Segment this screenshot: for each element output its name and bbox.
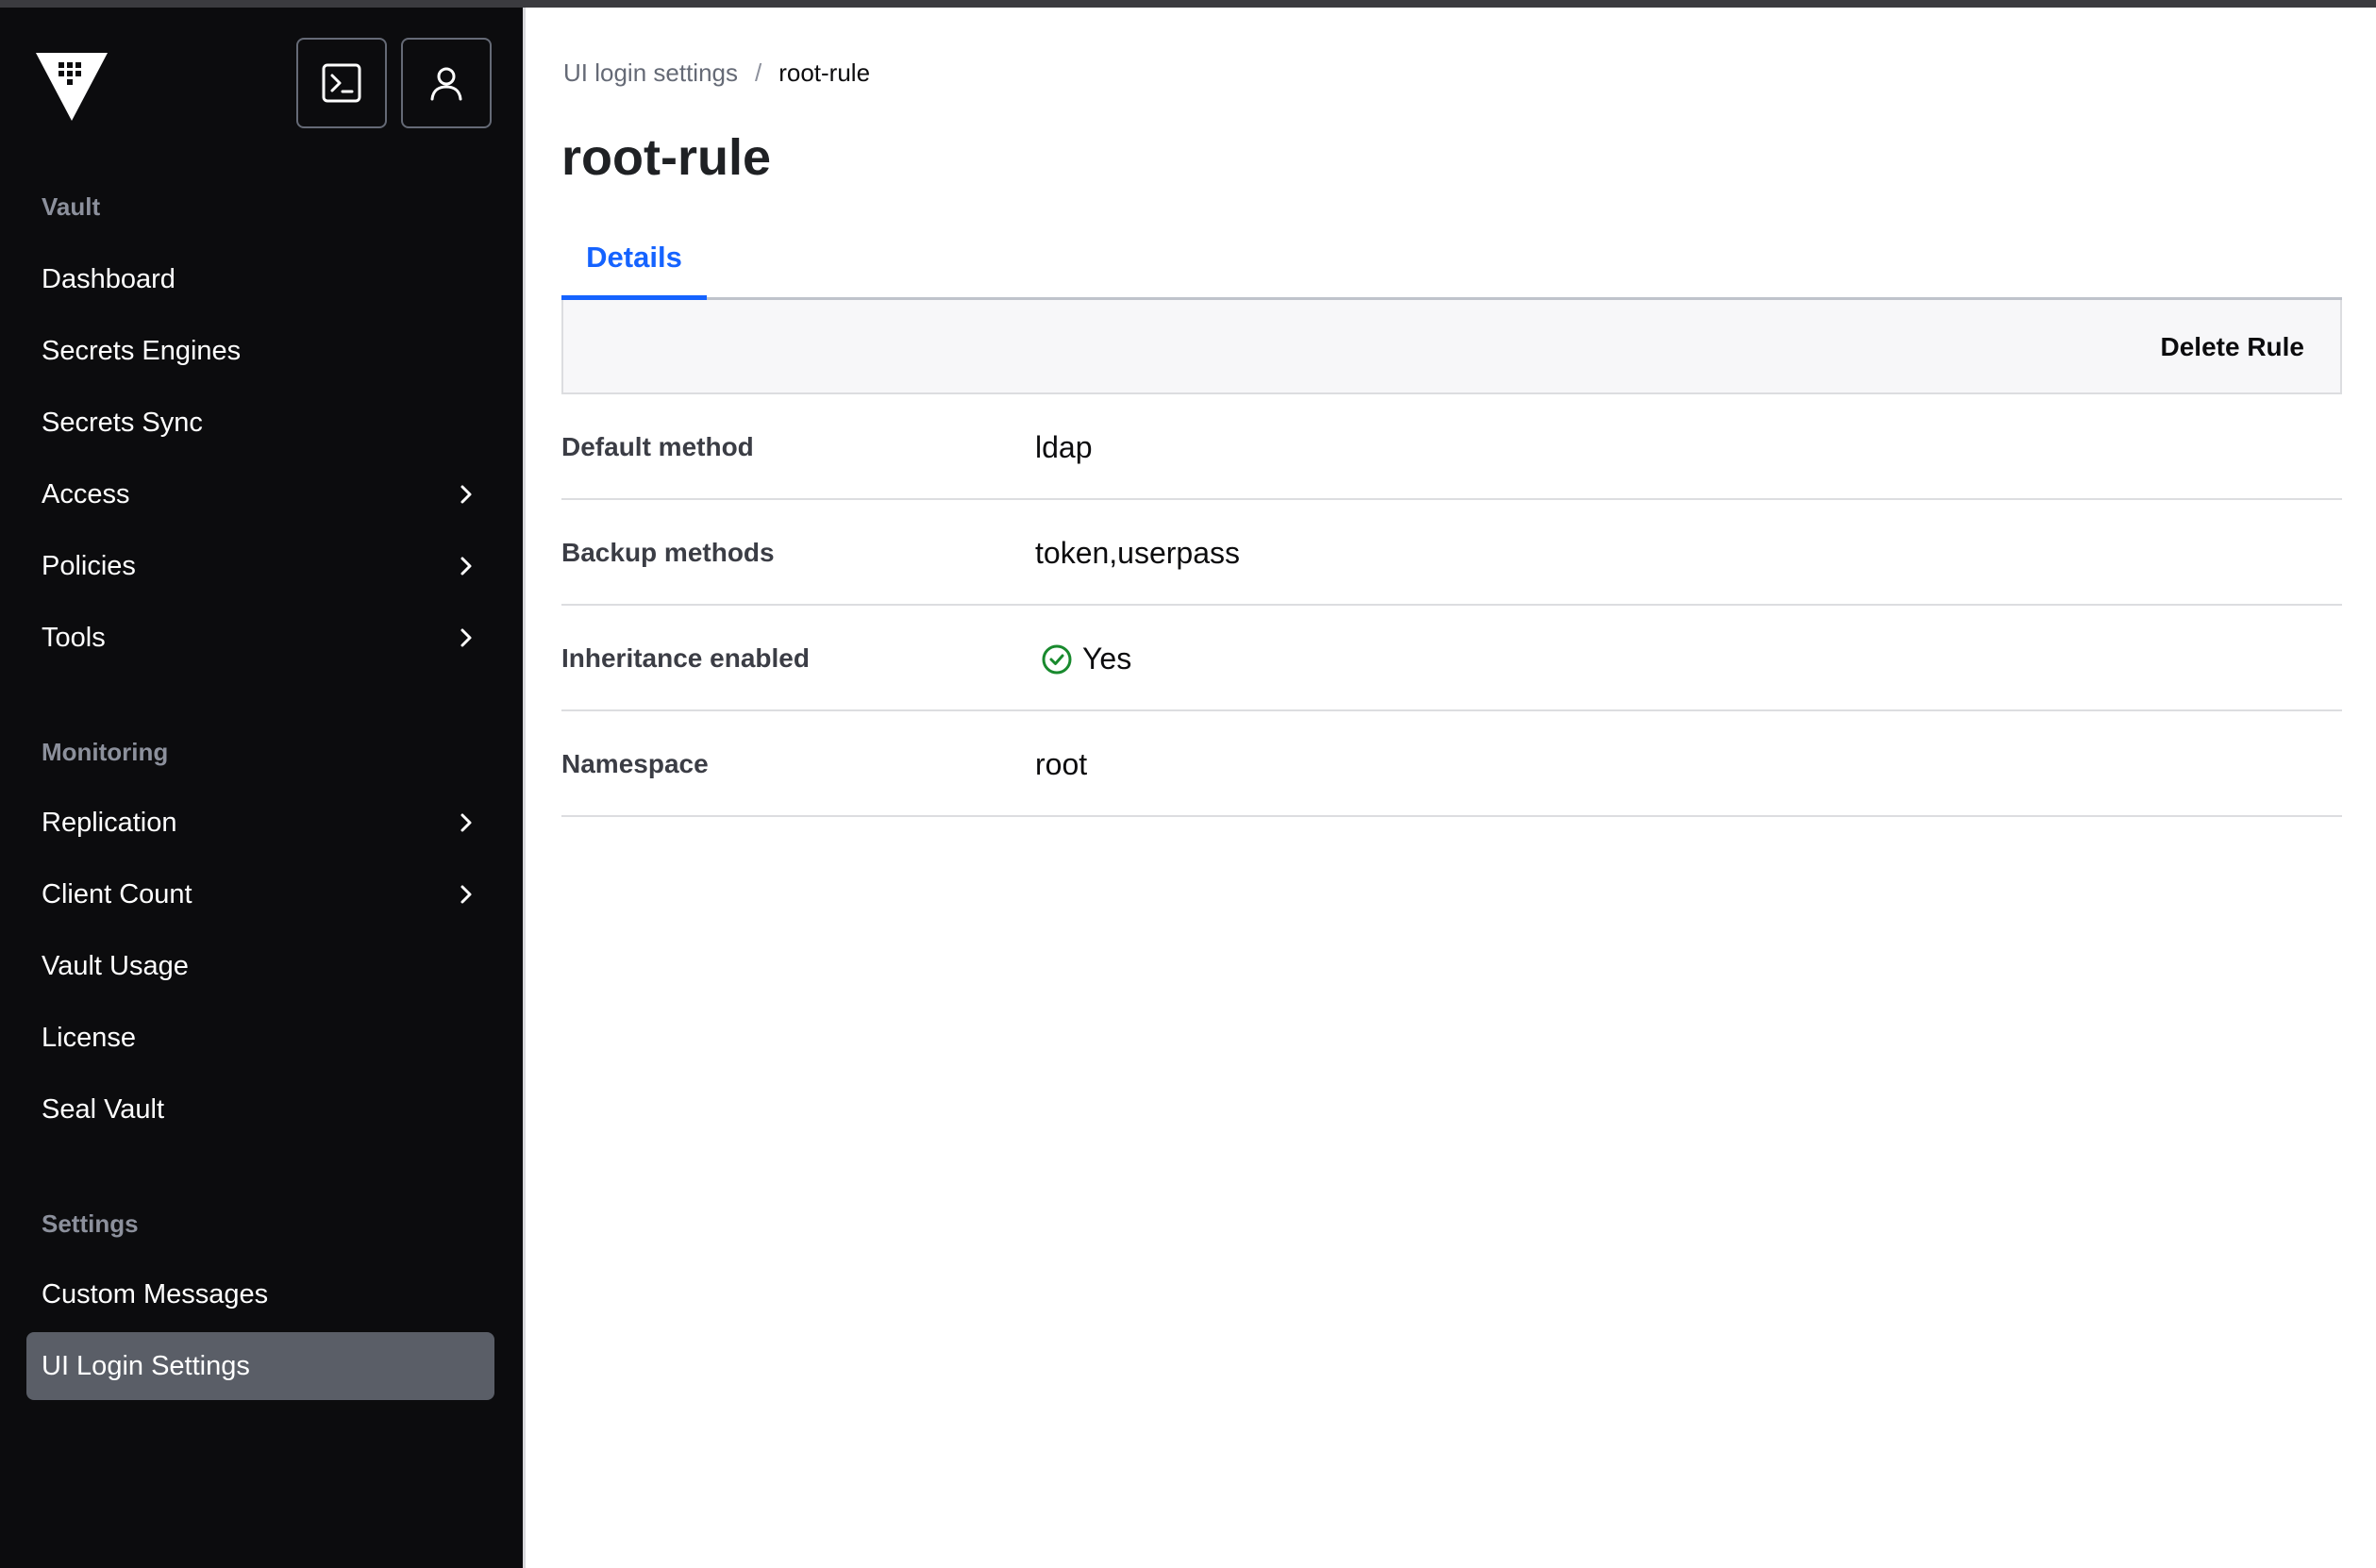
user-icon (430, 67, 462, 101)
sidebar-item-label: Dashboard (42, 263, 176, 294)
breadcrumb-link-ui-login-settings[interactable]: UI login settings (563, 58, 738, 88)
sidebar-item-dashboard[interactable]: Dashboard (26, 245, 494, 313)
sidebar-item-label: Policies (42, 550, 136, 581)
sidebar-item-label: License (42, 1022, 136, 1053)
detail-row-default-method: Default method ldap (561, 394, 2342, 500)
sidebar: Vault Dashboard Secrets Engines Secrets … (0, 8, 524, 1568)
toolbar: Delete Rule (561, 300, 2342, 394)
sidebar-item-tools[interactable]: Tools (26, 604, 494, 672)
sidebar-item-label: Seal Vault (42, 1093, 165, 1125)
sidebar-item-label: Secrets Engines (42, 335, 242, 366)
sidebar-item-ui-login-settings[interactable]: UI Login Settings (26, 1332, 494, 1400)
detail-label: Default method (561, 432, 754, 461)
chevron-right-icon (460, 485, 472, 504)
sidebar-item-client-count[interactable]: Client Count (26, 860, 494, 928)
sidebar-item-label: Custom Messages (42, 1278, 269, 1309)
detail-value: root (1035, 747, 1087, 782)
sidebar-item-label: Client Count (42, 878, 192, 909)
detail-value-text: token,userpass (1035, 536, 1241, 570)
detail-label: Namespace (561, 749, 709, 778)
sidebar-item-label: Access (42, 478, 130, 509)
chevron-right-icon (460, 628, 472, 647)
section-title-settings: Settings (42, 1209, 139, 1238)
main-content: UI login settings / root-rule root-rule … (526, 8, 2376, 1568)
breadcrumb: UI login settings / root-rule (563, 58, 870, 88)
sidebar-item-secrets-engines[interactable]: Secrets Engines (26, 317, 494, 385)
delete-rule-button[interactable]: Delete Rule (2161, 332, 2305, 362)
detail-value-text: root (1035, 747, 1088, 781)
detail-value: token,userpass (1035, 536, 1240, 571)
check-circle-icon (1042, 644, 1072, 674)
detail-label: Inheritance enabled (561, 643, 810, 673)
detail-value: ldap (1035, 430, 1093, 465)
sidebar-item-vault-usage[interactable]: Vault Usage (26, 932, 494, 1000)
section-title-monitoring: Monitoring (42, 738, 169, 766)
sidebar-item-license[interactable]: License (26, 1004, 494, 1072)
sidebar-item-label: Tools (42, 622, 106, 653)
detail-row-backup-methods: Backup methods token,userpass (561, 500, 2342, 606)
console-icon (322, 63, 361, 103)
sidebar-item-policies[interactable]: Policies (26, 532, 494, 600)
user-menu-button[interactable] (401, 38, 492, 128)
sidebar-item-label: Secrets Sync (42, 407, 203, 438)
sidebar-item-secrets-sync[interactable]: Secrets Sync (26, 389, 494, 457)
tab-bar: Details (561, 219, 2342, 300)
sidebar-item-replication[interactable]: Replication (26, 789, 494, 857)
tab-details[interactable]: Details (561, 219, 707, 300)
sidebar-item-custom-messages[interactable]: Custom Messages (26, 1260, 494, 1328)
sidebar-item-access[interactable]: Access (26, 460, 494, 528)
chevron-right-icon (460, 885, 472, 904)
vault-logo-icon[interactable] (32, 45, 111, 125)
breadcrumb-separator: / (754, 58, 762, 87)
breadcrumb-current: root-rule (778, 58, 871, 87)
detail-value: Yes (1035, 642, 1131, 676)
sidebar-item-label: Vault Usage (42, 950, 189, 981)
page-title: root-rule (561, 129, 771, 186)
sidebar-item-seal-vault[interactable]: Seal Vault (26, 1076, 494, 1143)
detail-value-text: Yes (1082, 642, 1132, 676)
console-button[interactable] (296, 38, 387, 128)
detail-row-namespace: Namespace root (561, 711, 2342, 817)
detail-label: Backup methods (561, 538, 775, 567)
chevron-right-icon (460, 557, 472, 575)
chevron-right-icon (460, 813, 472, 832)
sidebar-item-label: UI Login Settings (42, 1350, 250, 1381)
detail-value-text: ldap (1035, 430, 1093, 464)
detail-row-inheritance-enabled: Inheritance enabled Yes (561, 606, 2342, 711)
window-top-bar (0, 0, 2376, 8)
section-title-vault: Vault (42, 192, 101, 221)
sidebar-item-label: Replication (42, 807, 177, 838)
